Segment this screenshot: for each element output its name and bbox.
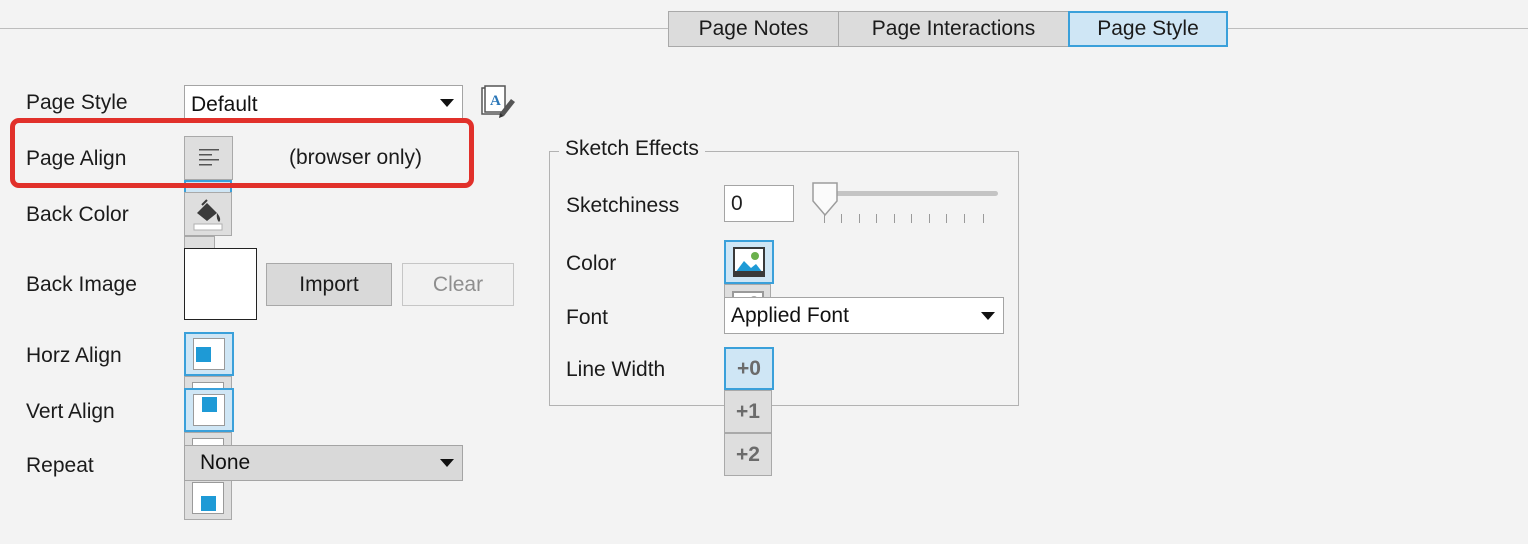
slider-tick (964, 214, 965, 223)
slider-tick (894, 214, 895, 223)
font-label: Font (566, 306, 609, 329)
sketchiness-slider-thumb[interactable] (810, 181, 840, 217)
slider-tick (841, 214, 842, 223)
sketchiness-input[interactable]: 0 (724, 185, 794, 222)
slider-tick (983, 214, 984, 223)
slider-tick (859, 214, 860, 223)
repeat-value: None (200, 451, 251, 474)
back-image-preview (184, 248, 257, 320)
slider-tick (876, 214, 877, 223)
tab-page-interactions[interactable]: Page Interactions (838, 11, 1069, 47)
horz-align-group (184, 332, 328, 464)
back-color-picker[interactable] (184, 192, 262, 280)
repeat-label: Repeat (26, 454, 94, 477)
svg-text:A: A (490, 93, 501, 109)
horz-align-label: Horz Align (26, 344, 122, 367)
slider-tick (946, 214, 947, 223)
clear-button[interactable]: Clear (402, 263, 514, 306)
back-image-label: Back Image (26, 273, 137, 296)
align-left-icon (193, 338, 225, 370)
slider-tick (824, 214, 825, 223)
line-width-2-button[interactable]: +2 (724, 433, 772, 476)
page-style-edit-icon[interactable]: A (480, 85, 516, 119)
page-style-value: Default (191, 93, 258, 116)
chevron-down-icon (440, 459, 454, 467)
align-bottom-icon (192, 482, 224, 514)
align-top-icon (193, 394, 225, 426)
tab-page-style[interactable]: Page Style (1068, 11, 1228, 47)
back-color-label: Back Color (26, 203, 129, 226)
page-style-label: Page Style (26, 91, 128, 114)
line-width-0-button[interactable]: +0 (724, 347, 774, 390)
import-button[interactable]: Import (266, 263, 392, 306)
sketchiness-slider-track[interactable] (833, 191, 998, 196)
paint-bucket-icon (193, 199, 223, 231)
tab-page-notes[interactable]: Page Notes (668, 11, 839, 47)
chevron-down-icon (981, 311, 995, 320)
slider-tick (911, 214, 912, 223)
color-image-icon (733, 247, 765, 277)
color-label: Color (566, 252, 617, 275)
page-style-select[interactable]: Default (184, 85, 463, 121)
back-color-button[interactable] (184, 192, 232, 236)
vert-align-label: Vert Align (26, 400, 115, 423)
page-align-highlight (10, 118, 474, 188)
repeat-select[interactable]: None (184, 445, 463, 481)
vert-align-top-button[interactable] (184, 388, 234, 432)
vert-align-group (184, 388, 328, 520)
slider-tick (929, 214, 930, 223)
line-width-group: +0 +1 +2 (724, 347, 868, 476)
vert-align-bottom-button[interactable] (184, 476, 232, 520)
sketchiness-label: Sketchiness (566, 194, 680, 217)
color-mode-button[interactable] (724, 240, 774, 284)
sketch-font-value: Applied Font (731, 303, 849, 327)
horz-align-left-button[interactable] (184, 332, 234, 376)
line-width-1-button[interactable]: +1 (724, 390, 772, 433)
sketch-color-group (724, 240, 820, 328)
sketch-font-select[interactable]: Applied Font (724, 297, 1004, 334)
sketch-effects-title: Sketch Effects (559, 137, 705, 161)
line-width-label: Line Width (566, 358, 666, 381)
chevron-down-icon (440, 99, 454, 107)
